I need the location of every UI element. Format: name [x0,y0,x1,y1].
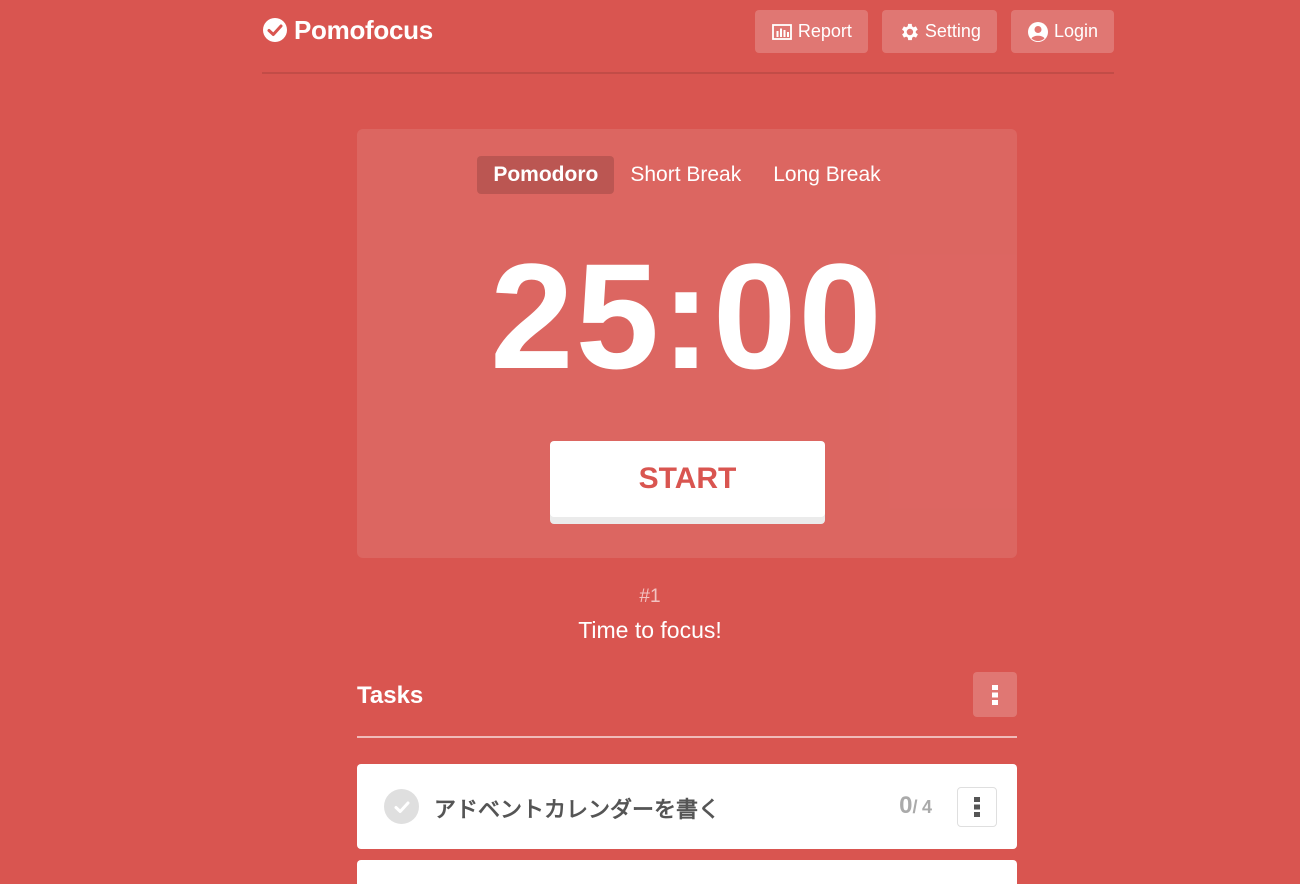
vertical-dots-icon [992,684,998,705]
task-checkbox[interactable] [384,789,419,824]
focus-message: Time to focus! [578,617,722,643]
login-button[interactable]: Login [1010,10,1114,53]
tasks-title: Tasks [357,682,424,709]
setting-label: Setting [924,21,981,41]
logo[interactable]: Pomofocus [262,14,433,46]
task-pomodoro-count: 0/ 4 [899,792,932,820]
task-done-count: 0 [899,792,913,819]
tab-long-break[interactable]: Long Break [757,156,896,194]
task-item[interactable]: アドベントカレンダーを書く 0/ 4 [357,764,1017,849]
login-label: Login [1053,21,1098,41]
task-title: アドベントカレンダーを書く [434,797,721,822]
app-name: Pomofocus [294,14,433,45]
tab-short-break[interactable]: Short Break [614,156,757,194]
start-button[interactable]: START [550,441,825,517]
tab-pomodoro[interactable]: Pomodoro [477,156,615,194]
bar-chart-icon [771,23,792,40]
report-button[interactable]: Report [754,10,868,53]
app-header: Pomofocus Report Setting Login [262,0,1114,74]
header-nav: Report Setting Login [754,10,1114,53]
task-menu-button[interactable] [957,787,997,827]
setting-button[interactable]: Setting [881,10,997,53]
check-circle-icon [263,18,287,42]
check-icon [394,801,409,813]
gear-icon [901,23,918,40]
timer-display: 25:00 [490,232,884,400]
timer-card: Pomodoro Short Break Long Break 25:00 ST… [357,129,1017,558]
task-item[interactable] [357,860,1017,884]
tasks-header: Tasks [357,672,1017,738]
pomofocus-page: Pomofocus Report Setting Login Pomodoro … [0,0,1300,884]
mode-tabs: Pomodoro Short Break Long Break [357,156,1017,194]
report-label: Report [797,21,852,41]
task-total-count: 4 [921,797,932,817]
tasks-menu-button[interactable] [973,672,1017,717]
task-count-separator: / [912,797,918,817]
user-circle-icon [1027,21,1048,42]
vertical-dots-icon [974,797,980,817]
round-number[interactable]: #1 [0,586,1300,608]
